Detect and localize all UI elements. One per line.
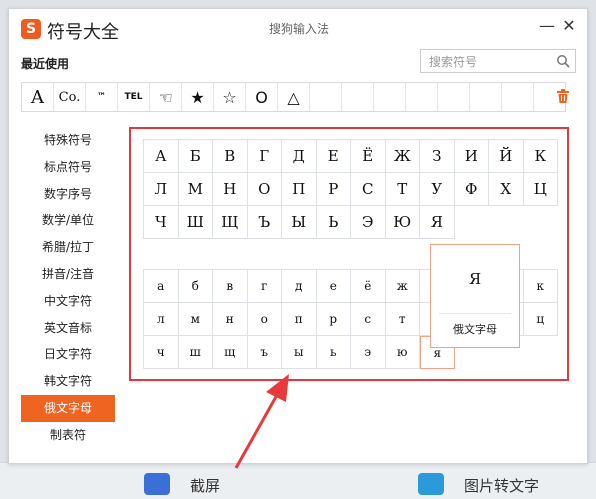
- annotation-arrow: [234, 374, 289, 469]
